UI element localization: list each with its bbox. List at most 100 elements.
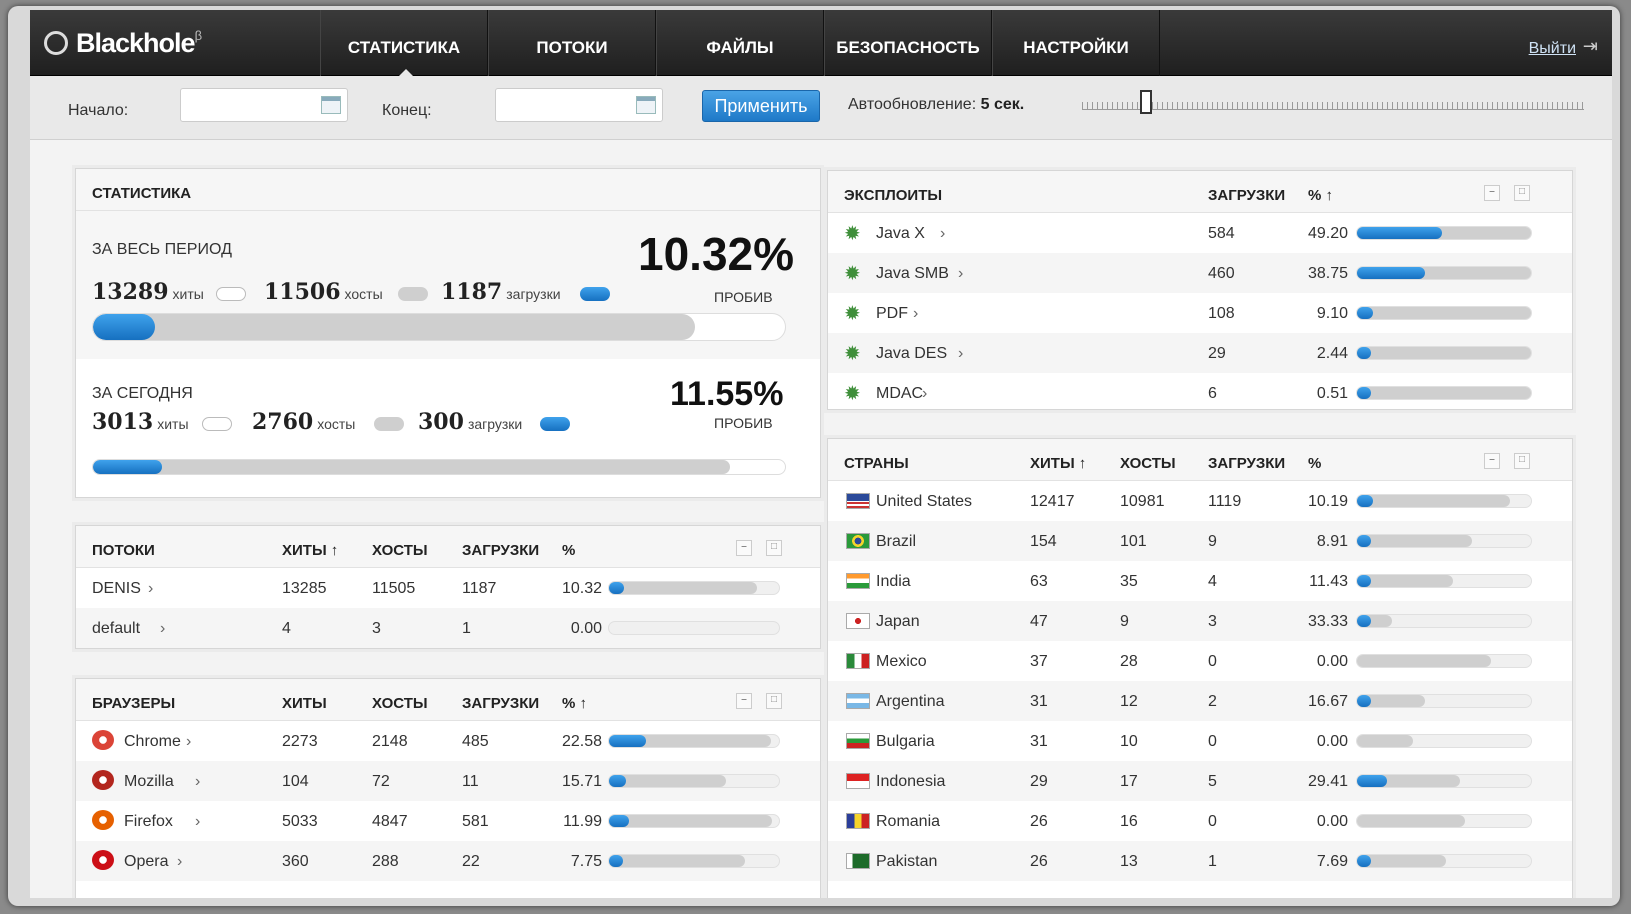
table-row[interactable]: ✹ Java DES › 29 2.44 [828, 333, 1572, 373]
table-row[interactable]: Indonesia 29 17 5 29.41 [828, 761, 1572, 801]
col-hosts[interactable]: ХОСТЫ [372, 542, 428, 559]
hosts-value: 4847 [372, 813, 408, 830]
loads-value: 485 [462, 733, 489, 750]
col-loads[interactable]: ЗАГРУЗКИ [1208, 187, 1285, 204]
percent-value: 11.99 [563, 813, 602, 830]
chevron-right-icon[interactable]: › [913, 305, 918, 323]
chevron-right-icon[interactable]: › [958, 265, 963, 283]
maximize-icon[interactable]: □ [766, 540, 782, 556]
percent-value: 8.91 [1316, 533, 1348, 550]
tab-security[interactable]: БЕЗОПАСНОСТЬ [824, 10, 992, 76]
table-row[interactable]: India 63 35 4 11.43 [828, 561, 1572, 601]
col-hosts[interactable]: ХОСТЫ [372, 695, 428, 712]
chevron-right-icon[interactable]: › [922, 385, 927, 403]
tab-files[interactable]: ФАЙЛЫ [656, 10, 824, 76]
mozilla-icon [92, 770, 114, 790]
table-row[interactable]: ✹ MDAC › 6 0.51 [828, 373, 1572, 413]
table-row[interactable]: ✹ PDF › 108 9.10 [828, 293, 1572, 333]
statistics-panel: СТАТИСТИКА ЗА ВЕСЬ ПЕРИОД 13289 хиты 1150… [75, 168, 821, 498]
table-row[interactable]: Bulgaria 31 10 0 0.00 [828, 721, 1572, 761]
logout-icon[interactable]: ⇥ [1583, 36, 1598, 57]
loads-label: загрузки [467, 416, 523, 432]
col-percent[interactable]: % [1308, 455, 1321, 472]
app-logo[interactable]: Blackholeβ [44, 28, 202, 59]
percent-bar [608, 581, 780, 595]
exploit-name: Java DES [876, 345, 948, 362]
chevron-right-icon[interactable]: › [195, 813, 200, 831]
logout-link[interactable]: Выйти [1529, 40, 1576, 58]
col-loads[interactable]: ЗАГРУЗКИ [462, 695, 539, 712]
maximize-icon[interactable]: □ [1514, 453, 1530, 469]
hosts-value: 28 [1120, 653, 1138, 670]
percent-value: 15.71 [561, 773, 602, 790]
minimize-icon[interactable]: – [736, 693, 752, 709]
maximize-icon[interactable]: □ [766, 693, 782, 709]
chevron-right-icon[interactable]: › [186, 733, 191, 751]
calendar-icon[interactable] [321, 96, 341, 114]
chevron-right-icon[interactable]: › [148, 580, 153, 598]
table-row[interactable]: Japan 47 9 3 33.33 [828, 601, 1572, 641]
tab-settings[interactable]: НАСТРОЙКИ [992, 10, 1160, 76]
tab-streams[interactable]: ПОТОКИ [488, 10, 656, 76]
today-hits: 3013 хиты [92, 409, 189, 435]
col-percent[interactable]: % ↑ [562, 695, 587, 712]
chevron-right-icon[interactable]: › [160, 620, 165, 638]
col-hits[interactable]: ХИТЫ [282, 695, 327, 712]
table-row[interactable]: Firefox › 5033 4847 581 11.99 [76, 801, 820, 841]
hits-value: 63 [1030, 573, 1048, 590]
streams-panel: ПОТОКИ ХИТЫ ↑ ХОСТЫ ЗАГРУЗКИ % – □ DENIS… [75, 525, 821, 649]
table-row[interactable]: United States 12417 10981 1119 10.19 [828, 481, 1572, 521]
table-row[interactable]: default › 4 3 1 0.00 [76, 608, 820, 648]
table-row[interactable]: Mexico 37 28 0 0.00 [828, 641, 1572, 681]
bar-hosts-fill [1357, 815, 1465, 827]
col-loads[interactable]: ЗАГРУЗКИ [1208, 455, 1285, 472]
table-row[interactable]: Opera › 360 288 22 7.75 [76, 841, 820, 881]
chevron-right-icon[interactable]: › [940, 225, 945, 243]
tab-statistics[interactable]: СТАТИСТИКА [320, 10, 488, 76]
percent-bar [1356, 854, 1532, 868]
chevron-right-icon[interactable]: › [195, 773, 200, 791]
table-row[interactable]: Mozilla › 104 72 11 15.71 [76, 761, 820, 801]
table-row[interactable]: Argentina 31 12 2 16.67 [828, 681, 1572, 721]
table-row[interactable]: DENIS › 13285 11505 1187 10.32 [76, 568, 820, 608]
exploits-rows: ✹ Java X › 584 49.20 ✹ Java SMB › 460 38.75 ✹ PDF › 1… [828, 213, 1572, 413]
table-row[interactable]: ✹ Java X › 584 49.20 [828, 213, 1572, 253]
country-name: Brazil [876, 533, 917, 550]
col-hits[interactable]: ХИТЫ ↑ [1030, 455, 1086, 472]
slider-handle[interactable] [1140, 90, 1152, 114]
hits-value: 26 [1030, 813, 1048, 830]
loads-value: 29 [1208, 345, 1226, 362]
hits-value: 47 [1030, 613, 1048, 630]
table-row[interactable]: Chrome › 2273 2148 485 22.58 [76, 721, 820, 761]
table-row[interactable]: Brazil 154 101 9 8.91 [828, 521, 1572, 561]
apply-button[interactable]: Применить [702, 90, 820, 122]
chevron-right-icon[interactable]: › [177, 853, 182, 871]
minimize-icon[interactable]: – [1484, 185, 1500, 201]
country-name: Mexico [876, 653, 927, 670]
minimize-icon[interactable]: – [1484, 453, 1500, 469]
chevron-right-icon[interactable]: › [958, 345, 963, 363]
col-percent[interactable]: % [562, 542, 575, 559]
bar-loads-fill [1357, 227, 1442, 239]
minimize-icon[interactable]: – [736, 540, 752, 556]
table-row[interactable]: ✹ Java SMB › 460 38.75 [828, 253, 1572, 293]
calendar-icon[interactable] [636, 96, 656, 114]
auto-refresh-slider[interactable] [1082, 102, 1584, 110]
all-time-hosts: 11506 хосты [264, 279, 383, 305]
col-loads[interactable]: ЗАГРУЗКИ [462, 542, 539, 559]
stream-name: DENIS [92, 580, 141, 597]
table-row[interactable]: Pakistan 26 13 1 7.69 [828, 841, 1572, 881]
hosts-value: 12 [1120, 693, 1138, 710]
today-loads: 300 загрузки [418, 409, 522, 435]
panel-title: БРАУЗЕРЫ [92, 695, 176, 712]
col-hits[interactable]: ХИТЫ ↑ [282, 542, 338, 559]
end-date-input[interactable] [495, 88, 663, 122]
maximize-icon[interactable]: □ [1514, 185, 1530, 201]
col-percent[interactable]: % ↑ [1308, 187, 1333, 204]
auto-refresh-label: Автообновление: 5 сек. [848, 96, 1024, 114]
auto-refresh-value: 5 сек. [980, 96, 1025, 113]
exploit-name: Java SMB [876, 265, 949, 282]
table-row[interactable]: Romania 26 16 0 0.00 [828, 801, 1572, 841]
start-date-input[interactable] [180, 88, 348, 122]
col-hosts[interactable]: ХОСТЫ [1120, 455, 1176, 472]
